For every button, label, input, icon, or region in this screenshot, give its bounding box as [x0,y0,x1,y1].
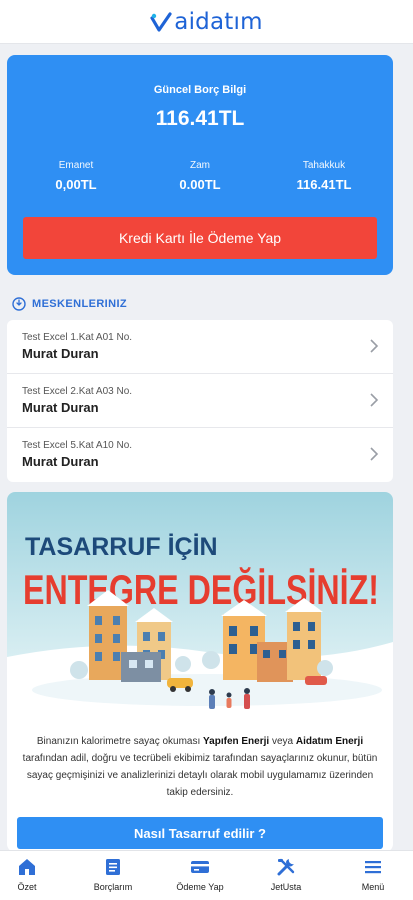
residences-title: MESKENLERINIZ [32,298,128,310]
residence-item[interactable]: Test Excel 5.Kat A10 No. Murat Duran [7,428,393,482]
residences-heading: MESKENLERINIZ [12,297,127,311]
credit-card-icon [191,861,209,873]
promo-illustration: TASARRUF İÇİN ENTEGRE DEĞİLSİNİZ! [7,492,393,727]
stat-emanet: Emanet 0,00TL [21,160,131,192]
residence-unit: Test Excel 5.Kat A10 No. [22,440,133,451]
tab-label: Özet [17,882,37,892]
debt-title: Güncel Borç Bilgi [153,84,247,96]
debt-summary-card: Güncel Borç Bilgi 116.41TL Emanet 0,00TL… [7,55,393,275]
logo-mark-icon [150,11,172,32]
tools-icon [277,858,295,876]
chevron-right-icon [370,393,379,407]
hamburger-menu-icon [365,861,381,874]
tab-label: Ödeme Yap [176,882,224,892]
stat-label: Tahakkuk [302,160,346,171]
chevron-right-icon [370,447,379,461]
brand-name: Aidatım Enerji [295,736,364,747]
stat-value: 116.41TL [296,177,352,192]
app-logo[interactable]: aidatım [150,8,263,35]
stat-tahakkuk: Tahakkuk 116.41TL [269,160,379,192]
headline-line-2: ENTEGRE DEĞİLSİNİZ! [23,566,379,613]
tab-borclarim[interactable]: Borçlarım [78,857,148,892]
residence-unit: Test Excel 2.Kat A03 No. [22,386,133,397]
residence-owner: Murat Duran [22,400,99,415]
stat-label: Zam [190,160,210,171]
tab-label: JetUsta [270,882,302,892]
tab-jetusta[interactable]: JetUsta [251,857,321,892]
residence-owner: Murat Duran [22,346,99,361]
residence-owner: Murat Duran [22,454,99,469]
bottom-tab-bar: Özet Borçlarım Ödeme Yap JetUsta Menü [0,850,413,900]
tab-label: Borçlarım [93,882,133,892]
app-header: aidatım [0,0,413,44]
how-to-save-button[interactable]: Nasıl Tasarruf edilir ? [17,817,383,849]
brand-name: Yapıfen Enerji [203,736,270,747]
debt-amount: 116.41TL [155,107,245,130]
logo-text: aidatım [174,8,263,35]
tab-ozet[interactable]: Özet [0,857,62,892]
stat-value: 0,00TL [55,177,97,192]
tab-label: Menü [361,882,385,892]
stat-label: Emanet [58,160,94,171]
credit-card-pay-button[interactable]: Kredi Kartı İle Ödeme Yap [23,217,377,259]
promo-description: Binanızın kalorimetre sayaç okuması Yapı… [22,736,378,798]
tab-menu[interactable]: Menü [338,857,408,892]
tab-odeme-yap[interactable]: Ödeme Yap [165,857,235,892]
stat-value: 0.00TL [179,177,221,192]
residence-item[interactable]: Test Excel 1.Kat A01 No. Murat Duran [7,320,393,374]
document-icon [106,859,120,875]
residences-list: Test Excel 1.Kat A01 No. Murat Duran Tes… [7,320,393,482]
location-pin-icon [12,297,26,311]
chevron-right-icon [370,339,379,353]
residence-unit: Test Excel 1.Kat A01 No. [22,332,133,343]
home-icon [19,859,35,875]
headline-line-1: TASARRUF İÇİN [25,533,218,561]
stat-zam: Zam 0.00TL [145,160,255,192]
residence-item[interactable]: Test Excel 2.Kat A03 No. Murat Duran [7,374,393,428]
promo-banner: TASARRUF İÇİN ENTEGRE DEĞİLSİNİZ! Binanı… [7,492,393,852]
